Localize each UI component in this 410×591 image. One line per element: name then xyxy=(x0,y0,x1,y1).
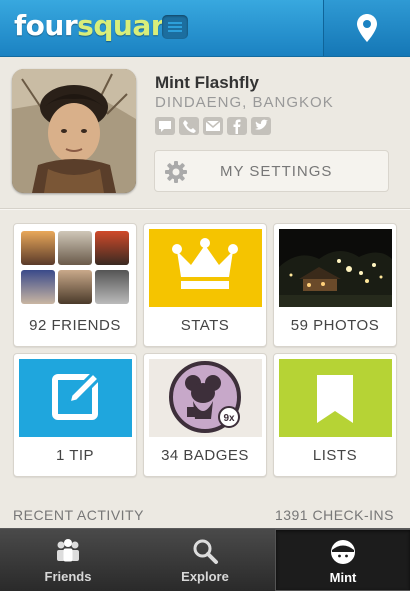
friends-tile-label: 92 FRIENDS xyxy=(29,317,121,334)
menu-icon[interactable] xyxy=(162,15,188,39)
edit-icon xyxy=(52,370,102,420)
friend-thumb xyxy=(58,231,92,265)
my-settings-label: MY SETTINGS xyxy=(220,163,333,180)
section-divider xyxy=(0,208,410,210)
lists-tile[interactable]: LISTS xyxy=(273,353,397,477)
search-icon xyxy=(193,539,218,564)
recent-activity-label[interactable]: RECENT ACTIVITY xyxy=(13,507,144,523)
photos-tile-label: 59 PHOTOS xyxy=(290,317,380,334)
comment-icon[interactable] xyxy=(155,117,175,135)
nav-profile-label: Mint xyxy=(329,570,357,585)
badges-tile[interactable]: 9x 34 BADGES xyxy=(143,353,267,477)
avatar-photo xyxy=(12,69,136,193)
location-pin-icon xyxy=(357,14,377,42)
profile-icon xyxy=(331,540,355,564)
foursquare-logo[interactable]: foursquare xyxy=(14,9,183,42)
phone-icon[interactable] xyxy=(179,117,199,135)
friend-thumb xyxy=(21,231,55,265)
friends-icon xyxy=(57,539,79,562)
badge-count: 9x xyxy=(223,413,235,424)
nav-explore[interactable]: Explore xyxy=(137,529,273,591)
stats-tile-label: STATS xyxy=(180,317,230,334)
top-bar: foursquare xyxy=(0,0,410,57)
lists-art xyxy=(279,359,392,437)
badges-tile-label: 34 BADGES xyxy=(161,447,249,464)
stats-tile[interactable]: STATS xyxy=(143,223,267,347)
logo-text-four: four xyxy=(14,9,78,42)
crown-icon xyxy=(172,238,238,289)
friends-tile[interactable]: 92 FRIENDS xyxy=(13,223,137,347)
nav-profile[interactable]: Mint xyxy=(275,529,410,591)
user-name: Mint Flashfly xyxy=(155,73,259,92)
photo-thumbnail xyxy=(279,229,392,307)
profile-section: Mint Flashfly DINDAENG, BANGKOK MY SETTI… xyxy=(0,57,410,207)
check-in-location-button[interactable] xyxy=(323,0,410,56)
user-location: DINDAENG, BANGKOK xyxy=(155,94,334,111)
friend-thumb xyxy=(95,270,129,304)
friends-collage xyxy=(19,229,132,307)
badge-icon: 9x xyxy=(169,361,241,433)
tips-tile[interactable]: 1 TIP xyxy=(13,353,137,477)
photos-tile[interactable]: 59 PHOTOS xyxy=(273,223,397,347)
my-settings-button[interactable]: MY SETTINGS xyxy=(154,150,389,192)
nav-explore-label: Explore xyxy=(181,569,229,584)
friend-thumb xyxy=(58,270,92,304)
badges-art: 9x xyxy=(149,359,262,437)
gear-icon xyxy=(165,161,187,183)
nav-friends[interactable]: Friends xyxy=(0,529,136,591)
friend-thumb xyxy=(95,231,129,265)
email-icon[interactable] xyxy=(203,117,223,135)
twitter-icon[interactable] xyxy=(251,117,271,135)
tips-art xyxy=(19,359,132,437)
stats-art xyxy=(149,229,262,307)
lists-tile-label: LISTS xyxy=(312,447,358,464)
contact-icons xyxy=(155,117,275,137)
bookmark-icon xyxy=(317,375,353,423)
bottom-nav: Friends Explore Mint xyxy=(0,528,410,591)
nav-friends-label: Friends xyxy=(44,569,92,584)
friend-thumb xyxy=(21,270,55,304)
tips-tile-label: 1 TIP xyxy=(55,447,95,464)
checkins-count[interactable]: 1391 CHECK-INS xyxy=(275,507,394,523)
avatar[interactable] xyxy=(12,69,136,193)
facebook-icon[interactable] xyxy=(227,117,247,135)
